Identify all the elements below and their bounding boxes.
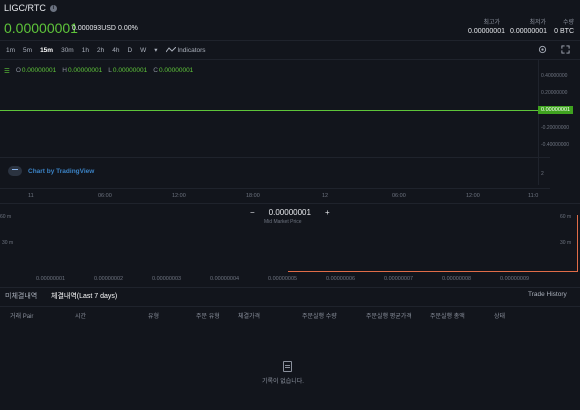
depth-x-label: 0.00000004 <box>210 276 240 282</box>
interval-dropdown[interactable]: ▾ <box>154 46 157 54</box>
depth-x-label: 0.00000001 <box>36 276 66 282</box>
ohlc-open: 0.00000001 <box>21 67 57 74</box>
depth-y-left: 30 m <box>2 240 14 246</box>
ohlc-close: 0.00000001 <box>158 67 194 74</box>
x-label: 06:00 <box>392 193 406 199</box>
x-label: 12:00 <box>172 193 186 199</box>
indicators-button[interactable]: Indicators <box>165 46 206 54</box>
price-change: 0.00% <box>118 25 138 32</box>
indicators-icon <box>165 46 176 53</box>
last-price: 0.00000001 <box>4 20 78 36</box>
y-label: -0.40000000 <box>541 142 570 148</box>
stat-low-label: 최저가 <box>529 20 546 26</box>
tradingview-link[interactable]: Chart by TradingView <box>8 166 94 176</box>
stat-high-label: 최고가 <box>483 20 500 26</box>
trading-page: LIGC/RTC i 0.00000001 0.000093USD 0.00% … <box>0 0 580 410</box>
price-usd: 0.000093USD <box>72 25 116 32</box>
stat-high: 최고가 0.00000001 <box>468 17 505 35</box>
tradingview-label: Chart by TradingView <box>28 167 95 175</box>
x-label: 11 <box>28 193 34 199</box>
mid-price-label: Mid Market Price <box>264 219 302 225</box>
col-exec-qty: 주문실행 수량 <box>302 314 337 320</box>
stat-high-value: 0.00000001 <box>468 28 505 35</box>
mid-price-value: 0.00000001 <box>268 208 311 217</box>
col-fill-price: 체결가격 <box>238 314 261 320</box>
interval-1m[interactable]: 1m <box>6 47 15 54</box>
ohlc-legend: ☰ O0.00000001 H0.00000001 L0.00000001 C0… <box>4 67 194 75</box>
chart-toolbar: 1m 5m 15m 30m 1h 2h 4h D W ▾ Indicators <box>0 40 580 60</box>
empty-message: 기록이 없습니다. <box>262 379 304 385</box>
indicators-label: Indicators <box>177 46 206 54</box>
col-side: 유형 <box>148 314 160 320</box>
depth-x-label: 0.00000006 <box>326 276 356 282</box>
settings-icon[interactable] <box>538 45 547 54</box>
interval-30m[interactable]: 30m <box>61 47 74 54</box>
col-total: 주문실행 총액 <box>430 314 465 320</box>
col-pair: 거래 Pair <box>10 314 34 320</box>
depth-y-right: 30 m <box>560 240 572 246</box>
depth-y-right: 60 m <box>560 214 572 220</box>
info-icon[interactable]: i <box>49 4 57 12</box>
col-time: 시간 <box>75 314 87 320</box>
depth-x-label: 0.00000002 <box>94 276 124 282</box>
y-label: 0.40000000 <box>541 73 568 79</box>
col-order-type: 주문 유형 <box>196 314 220 320</box>
depth-x-label: 0.00000009 <box>500 276 530 282</box>
depth-x-label: 0.00000005 <box>268 276 298 282</box>
ask-depth-line <box>288 271 578 272</box>
pair-title: LIGC/RTC i <box>4 3 57 13</box>
stat-low: 최저가 0.00000001 <box>510 17 547 35</box>
stat-volume-value: 0 BTC <box>554 28 574 35</box>
depth-x-label: 0.00000003 <box>152 276 182 282</box>
ohlc-high: 0.00000001 <box>67 67 103 74</box>
interval-d[interactable]: D <box>127 47 132 54</box>
last-price-tag: 0.00000001 <box>538 106 574 114</box>
stat-low-value: 0.00000001 <box>510 28 547 35</box>
tab-trade-history-7d[interactable]: 체결내역(Last 7 days) <box>51 291 117 301</box>
depth-y-left: 60 m <box>0 214 12 220</box>
x-label: 18:00 <box>246 193 260 199</box>
price-line <box>0 110 538 111</box>
interval-5m[interactable]: 5m <box>23 47 32 54</box>
depth-x-label: 0.00000007 <box>384 276 414 282</box>
mid-price-control: − 0.00000001 + <box>250 208 330 217</box>
legend-icon: ☰ <box>4 68 10 75</box>
stat-volume: 수량 0 BTC <box>550 17 574 35</box>
x-label: 11:0 <box>528 193 539 199</box>
x-label: 06:00 <box>98 193 112 199</box>
x-label: 12:00 <box>466 193 480 199</box>
x-label: 12 <box>322 193 329 199</box>
ask-depth-edge <box>577 215 578 272</box>
col-avg-price: 주문실행 평균가격 <box>366 314 412 320</box>
interval-w[interactable]: W <box>140 47 146 54</box>
ohlc-low: 0.00000001 <box>112 67 148 74</box>
depth-x-label: 0.00000008 <box>442 276 472 282</box>
interval-1h[interactable]: 1h <box>82 47 89 54</box>
tab-open-orders[interactable]: 미체결내역 <box>5 291 37 301</box>
tradingview-icon <box>8 166 22 176</box>
interval-4h[interactable]: 4h <box>112 47 119 54</box>
y-label: -0.20000000 <box>541 125 570 131</box>
pair-name: LIGC/RTC <box>4 3 46 13</box>
interval-2h[interactable]: 2h <box>97 47 104 54</box>
y-label-volume: 2 <box>541 171 544 177</box>
col-status: 상태 <box>494 314 506 320</box>
empty-document-icon <box>283 361 292 372</box>
interval-15m[interactable]: 15m <box>40 47 53 54</box>
fullscreen-icon[interactable] <box>561 45 570 54</box>
stat-volume-label: 수량 <box>562 20 574 26</box>
zoom-in-button[interactable]: + <box>325 208 330 217</box>
y-label: 0.20000000 <box>541 90 568 96</box>
trade-history-link[interactable]: Trade History <box>528 291 567 298</box>
zoom-out-button[interactable]: − <box>250 208 255 217</box>
